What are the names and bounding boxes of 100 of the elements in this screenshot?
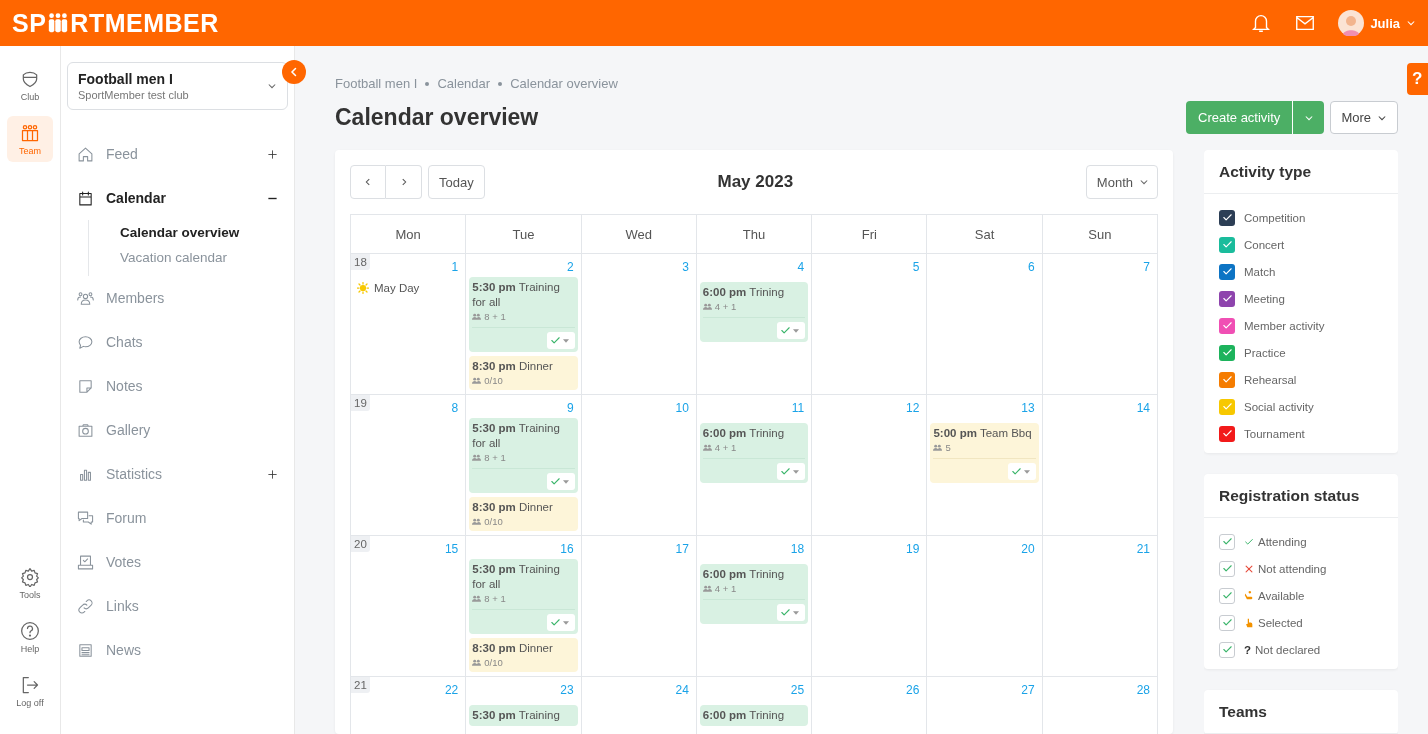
day-cell[interactable]: 19 8 <box>351 395 467 536</box>
response-dropdown[interactable] <box>546 332 575 349</box>
day-cell[interactable]: 9 5:30 pm Training for all 8 + 1 8:30 pm Dinner 0/10 <box>466 395 582 536</box>
plus-icon[interactable] <box>267 468 278 480</box>
checkbox[interactable] <box>1219 317 1235 334</box>
collapse-button[interactable] <box>282 60 306 84</box>
checkbox[interactable] <box>1219 236 1235 253</box>
checkbox[interactable] <box>1219 614 1235 631</box>
checkbox[interactable] <box>1219 263 1235 280</box>
day-cell[interactable]: 7 <box>1042 254 1158 395</box>
nav-item[interactable]: Statistics <box>67 452 288 496</box>
filter-option[interactable]: Member activity <box>1219 312 1383 339</box>
nav-item[interactable]: Members <box>67 276 288 320</box>
event-card[interactable]: 6:00 pm Trining <box>699 705 809 726</box>
day-cell[interactable]: 20 <box>927 536 1043 677</box>
event-card[interactable]: 5:30 pm Training for all 8 + 1 <box>469 277 578 352</box>
event-card[interactable]: 5:30 pm Training for all 8 + 1 <box>469 559 578 634</box>
day-cell[interactable]: 27 <box>927 677 1043 734</box>
filter-option[interactable]: Attending <box>1219 528 1383 555</box>
day-cell[interactable]: 4 6:00 pm Trining 4 + 1 <box>696 254 813 395</box>
day-number[interactable]: 20 <box>1021 540 1039 556</box>
day-cell[interactable]: 6 <box>927 254 1043 395</box>
day-cell[interactable]: 18 1 May Day <box>351 254 467 395</box>
rail-item[interactable]: Help <box>7 614 53 660</box>
day-number[interactable]: 5 <box>912 258 924 274</box>
team-picker[interactable]: Football men I SportMember test club <box>67 62 288 110</box>
day-cell[interactable]: 17 <box>581 536 697 677</box>
filter-option[interactable]: Concert <box>1219 231 1383 258</box>
day-cell[interactable]: 3 <box>581 254 697 395</box>
event-card[interactable]: 5:30 pm Training <box>469 705 578 726</box>
rail-item[interactable]: Team <box>7 116 53 162</box>
nav-item[interactable]: Notes <box>67 364 288 408</box>
day-number[interactable]: 23 <box>560 681 578 697</box>
day-cell[interactable]: 11 6:00 pm Trining 4 + 1 <box>696 395 813 536</box>
day-number[interactable]: 1 <box>451 258 463 274</box>
day-number[interactable]: 10 <box>675 399 693 415</box>
dropdown-button[interactable] <box>1292 101 1325 134</box>
day-number[interactable]: 16 <box>560 540 578 556</box>
next-button[interactable] <box>386 165 422 199</box>
event-card[interactable]: 5:00 pm Team Bbq 5 <box>930 423 1039 483</box>
breadcrumb-link[interactable]: Calendar overview <box>510 76 618 91</box>
filter-option[interactable]: Competition <box>1219 204 1383 231</box>
day-number[interactable]: 26 <box>906 681 924 697</box>
day-number[interactable]: 3 <box>682 258 693 274</box>
filter-option[interactable]: Social activity <box>1219 393 1383 420</box>
response-dropdown[interactable] <box>1007 463 1036 480</box>
nav-item[interactable]: Forum <box>67 496 288 540</box>
rail-item[interactable]: Log off <box>7 668 53 714</box>
plus-icon[interactable] <box>267 148 278 160</box>
view-dropdown[interactable]: Month <box>1085 165 1158 199</box>
rail-item[interactable]: Tools <box>7 560 53 606</box>
day-cell[interactable]: 5 <box>812 254 928 395</box>
response-dropdown[interactable] <box>777 322 806 339</box>
checkbox[interactable] <box>1219 533 1235 550</box>
day-cell[interactable]: 21 <box>1042 536 1158 677</box>
filter-option[interactable]: Tournament <box>1219 420 1383 447</box>
nav-item[interactable]: Chats <box>67 320 288 364</box>
nav-subitem[interactable]: Calendar overview <box>89 220 288 245</box>
breadcrumb-link[interactable]: Calendar <box>437 76 491 91</box>
day-cell[interactable]: 14 <box>1042 395 1158 536</box>
nav-subitem[interactable]: Vacation calendar <box>89 245 288 270</box>
help-tab[interactable]: ? <box>1407 63 1428 95</box>
today-button[interactable]: Today <box>428 165 485 199</box>
day-number[interactable]: 22 <box>444 681 463 697</box>
day-cell[interactable]: 28 <box>1042 677 1158 734</box>
day-number[interactable]: 4 <box>797 258 809 274</box>
filter-option[interactable]: Available <box>1219 582 1383 609</box>
day-number[interactable]: 11 <box>791 399 809 415</box>
day-cell[interactable]: 12 <box>812 395 928 536</box>
nav-item[interactable]: Feed <box>67 132 288 176</box>
checkbox[interactable] <box>1219 344 1235 361</box>
previous-button[interactable] <box>350 165 386 199</box>
filter-option[interactable]: Rehearsal <box>1219 366 1383 393</box>
event-card[interactable]: 6:00 pm Trining 4 + 1 <box>699 423 809 483</box>
day-number[interactable]: 6 <box>1028 258 1039 274</box>
day-number[interactable]: 27 <box>1021 681 1039 697</box>
day-number[interactable]: 8 <box>451 399 463 415</box>
checkbox[interactable] <box>1219 209 1235 226</box>
day-cell[interactable]: 20 15 <box>351 536 467 677</box>
day-number[interactable]: 12 <box>906 399 924 415</box>
day-number[interactable]: 17 <box>675 540 693 556</box>
response-dropdown[interactable] <box>546 473 575 490</box>
breadcrumb-link[interactable]: Football men I <box>335 76 418 91</box>
day-cell[interactable]: 24 <box>581 677 697 734</box>
filter-option[interactable]: Not attending <box>1219 555 1383 582</box>
nav-item[interactable]: Votes <box>67 540 288 584</box>
checkbox[interactable] <box>1219 560 1235 577</box>
filter-option[interactable]: Practice <box>1219 339 1383 366</box>
checkbox[interactable] <box>1219 641 1235 658</box>
checkbox[interactable] <box>1219 371 1235 388</box>
user-menu[interactable]: Julia <box>1338 10 1416 36</box>
more-button[interactable]: More <box>1330 101 1398 134</box>
day-cell[interactable]: 18 6:00 pm Trining 4 + 1 <box>696 536 813 677</box>
nav-item[interactable]: Links <box>67 584 288 628</box>
event-card[interactable]: 8:30 pm Dinner 0/10 <box>469 497 578 531</box>
create-activity-button[interactable]: Create activity <box>1186 101 1293 134</box>
day-number[interactable]: 13 <box>1021 399 1039 415</box>
filter-option[interactable]: Selected <box>1219 609 1383 636</box>
day-cell[interactable]: 10 <box>581 395 697 536</box>
response-dropdown[interactable] <box>546 614 575 631</box>
